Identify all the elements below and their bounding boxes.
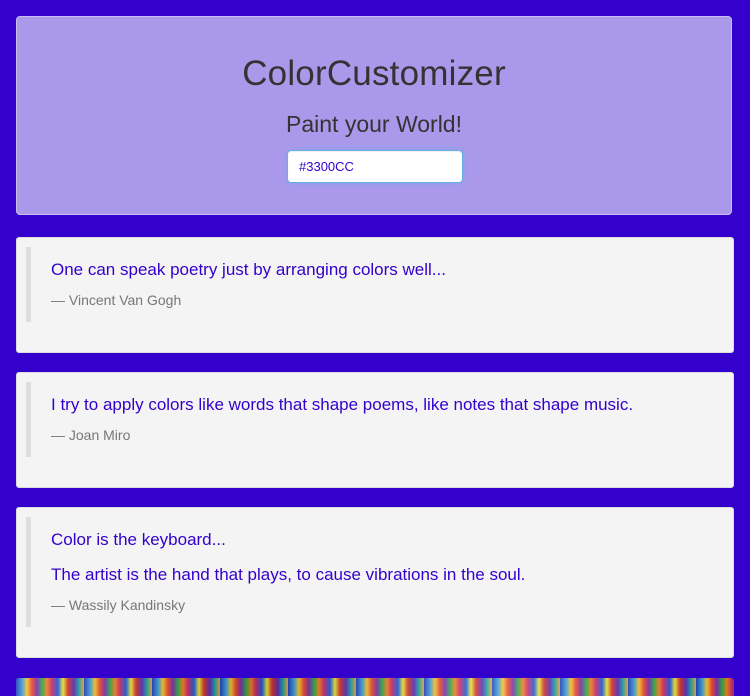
quote-block: One can speak poetry just by arranging c…: [26, 247, 717, 322]
quote-text: One can speak poetry just by arranging c…: [51, 260, 446, 279]
quote-block: Color is the keyboard... The artist is t…: [26, 517, 717, 627]
quote-text: I try to apply colors like words that sh…: [51, 395, 634, 414]
quote-author: — Joan Miro: [51, 427, 131, 443]
quote-block: I try to apply colors like words that sh…: [26, 382, 717, 457]
paint-texture-image: [16, 678, 734, 696]
quote-card: Color is the keyboard... The artist is t…: [16, 507, 734, 658]
app-title: ColorCustomizer: [242, 54, 506, 93]
quote-card: One can speak poetry just by arranging c…: [16, 237, 734, 353]
quote-author: — Wassily Kandinsky: [51, 597, 186, 613]
quote-card: I try to apply colors like words that sh…: [16, 372, 734, 488]
page: ColorCustomizer Paint your World! One ca…: [0, 0, 750, 696]
quote-text: Color is the keyboard...: [51, 530, 226, 549]
quote-author: — Vincent Van Gogh: [51, 292, 182, 308]
app-subtitle: Paint your World!: [286, 111, 462, 137]
header-panel: ColorCustomizer Paint your World!: [16, 16, 732, 215]
quote-text: The artist is the hand that plays, to ca…: [51, 565, 526, 584]
color-hex-input[interactable]: [287, 150, 463, 183]
